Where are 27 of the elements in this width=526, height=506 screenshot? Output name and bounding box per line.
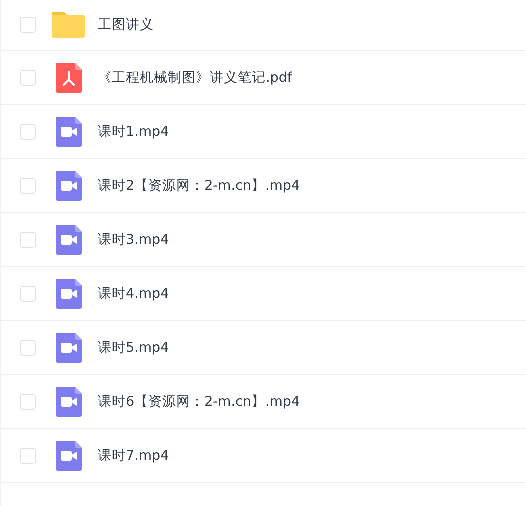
- checkbox[interactable]: [20, 340, 36, 356]
- checkbox[interactable]: [20, 286, 36, 302]
- checkbox[interactable]: [20, 124, 36, 140]
- file-name[interactable]: 课时5.mp4: [98, 338, 170, 356]
- file-name[interactable]: 课时3.mp4: [98, 230, 170, 248]
- file-name[interactable]: 工图讲义: [98, 16, 154, 34]
- file-name[interactable]: 课时1.mp4: [98, 122, 170, 140]
- video-file-icon: [56, 116, 82, 146]
- pdf-file-icon: [56, 62, 82, 92]
- video-file-icon: [56, 440, 82, 470]
- file-name[interactable]: 课时2【资源网：2-m.cn】.mp4: [98, 176, 300, 194]
- file-name[interactable]: 课时7.mp4: [98, 446, 170, 464]
- file-name[interactable]: 课时6【资源网：2-m.cn】.mp4: [98, 392, 300, 410]
- checkbox[interactable]: [20, 70, 36, 86]
- checkbox[interactable]: [20, 394, 36, 410]
- video-file-icon: [56, 170, 82, 200]
- video-file-icon: [56, 278, 82, 308]
- file-name[interactable]: 课时4.mp4: [98, 284, 170, 302]
- checkbox[interactable]: [20, 178, 36, 194]
- checkbox[interactable]: [20, 17, 36, 33]
- file-name[interactable]: 《工程机械制图》讲义笔记.pdf: [98, 68, 292, 86]
- folder-icon: [52, 12, 85, 38]
- video-file-icon: [56, 224, 82, 254]
- video-file-icon: [56, 332, 82, 362]
- checkbox[interactable]: [20, 232, 36, 248]
- checkbox[interactable]: [20, 448, 36, 464]
- video-file-icon: [56, 386, 82, 416]
